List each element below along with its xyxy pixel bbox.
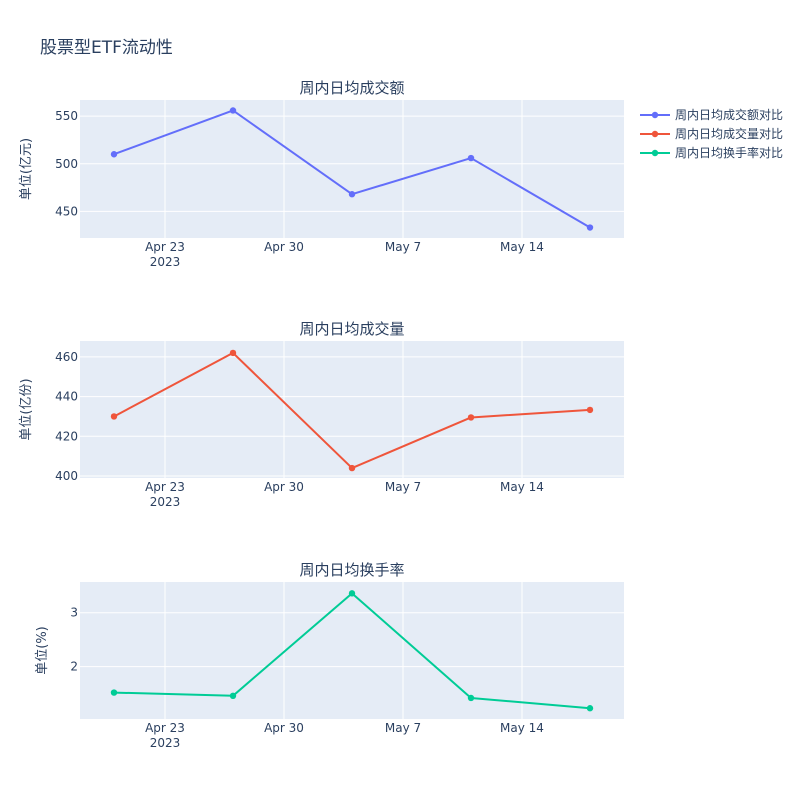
y-tick-label: 420 (55, 429, 78, 443)
legend-swatch-marker (651, 149, 659, 157)
y-tick-label: 400 (55, 469, 78, 483)
data-point[interactable] (586, 224, 594, 231)
chart-figure: Apr 232023Apr 30 May 7 May 14450500550周内日均… (19, 79, 783, 750)
x-tick-label: May 14 (500, 240, 544, 254)
x-tick-label: Apr 30 (264, 721, 304, 735)
data-point[interactable] (348, 590, 356, 597)
x-tick-label: May 14 (500, 721, 544, 735)
x-tick-year-label: 2023 (150, 736, 181, 750)
legend-label: 周内日均换手率对比 (675, 145, 783, 160)
plot-background (80, 100, 624, 238)
y-axis-label: 单位(亿份) (19, 378, 34, 440)
legend: 周内日均成交额对比周内日均成交量对比周内日均换手率对比 (640, 107, 783, 160)
y-axis-label: 单位(亿元) (19, 138, 34, 200)
x-tick-label: May 7 (385, 240, 421, 254)
x-tick-label: May 14 (500, 480, 544, 494)
plot-background (80, 341, 624, 478)
legend-label: 周内日均成交量对比 (675, 126, 783, 141)
y-tick-label: 440 (55, 390, 78, 404)
subplot-3: Apr 232023 Apr 30 May 7 May 14 2 3 周内日均换手率单位(%… (35, 561, 624, 750)
y-tick-label: 550 (55, 109, 78, 123)
legend-item[interactable]: 周内日均换手率对比 (640, 145, 783, 160)
legend-item[interactable]: 周内日均成交量对比 (640, 126, 783, 141)
data-point[interactable] (348, 464, 356, 472)
x-tick-label: Apr 23 (145, 240, 185, 254)
data-point[interactable] (586, 406, 594, 414)
subplot-2: Apr 232023 Apr 30 May 7 May 14 400 420 440 460 周… (19, 320, 624, 509)
y-tick-label: 3 (70, 606, 78, 620)
x-tick-year-label: 2023 (150, 255, 181, 269)
x-tick-label: Apr 23 (145, 721, 185, 735)
data-point[interactable] (110, 413, 118, 420)
y-axis-label: 单位(%) (35, 626, 50, 675)
legend-label: 周内日均成交额对比 (675, 107, 783, 122)
y-tick-label: 460 (55, 350, 78, 364)
x-tick-label: Apr 30 (264, 480, 304, 494)
y-tick-label: 2 (70, 660, 78, 674)
legend-swatch-marker (651, 111, 659, 119)
plot-background (80, 582, 624, 719)
legend-item[interactable]: 周内日均成交额对比 (640, 107, 783, 122)
legend-swatch-marker (651, 130, 659, 138)
x-tick-label: Apr 23 (145, 480, 185, 494)
subplot-title: 周内日均成交额 (299, 79, 404, 97)
data-point[interactable] (110, 689, 118, 696)
subplot-1: Apr 232023 Apr 30 May 7 May 14 450 500 550 周内日均… (19, 79, 624, 269)
data-point[interactable] (467, 154, 475, 162)
data-point[interactable] (229, 692, 237, 700)
data-point[interactable] (586, 705, 594, 712)
y-tick-label: 500 (55, 157, 78, 171)
data-point[interactable] (467, 694, 475, 702)
data-point[interactable] (229, 349, 237, 357)
subplot-title: 周内日均换手率 (299, 561, 404, 579)
x-tick-label: May 7 (385, 721, 421, 735)
y-tick-label: 450 (55, 204, 78, 218)
data-point[interactable] (348, 191, 356, 198)
x-tick-year-label: 2023 (150, 495, 181, 509)
x-tick-label: May 7 (385, 480, 421, 494)
x-tick-label: Apr 30 (264, 240, 304, 254)
data-point[interactable] (467, 414, 475, 421)
data-point[interactable] (110, 151, 118, 158)
data-point[interactable] (229, 107, 237, 114)
subplot-title: 周内日均成交量 (299, 320, 404, 338)
